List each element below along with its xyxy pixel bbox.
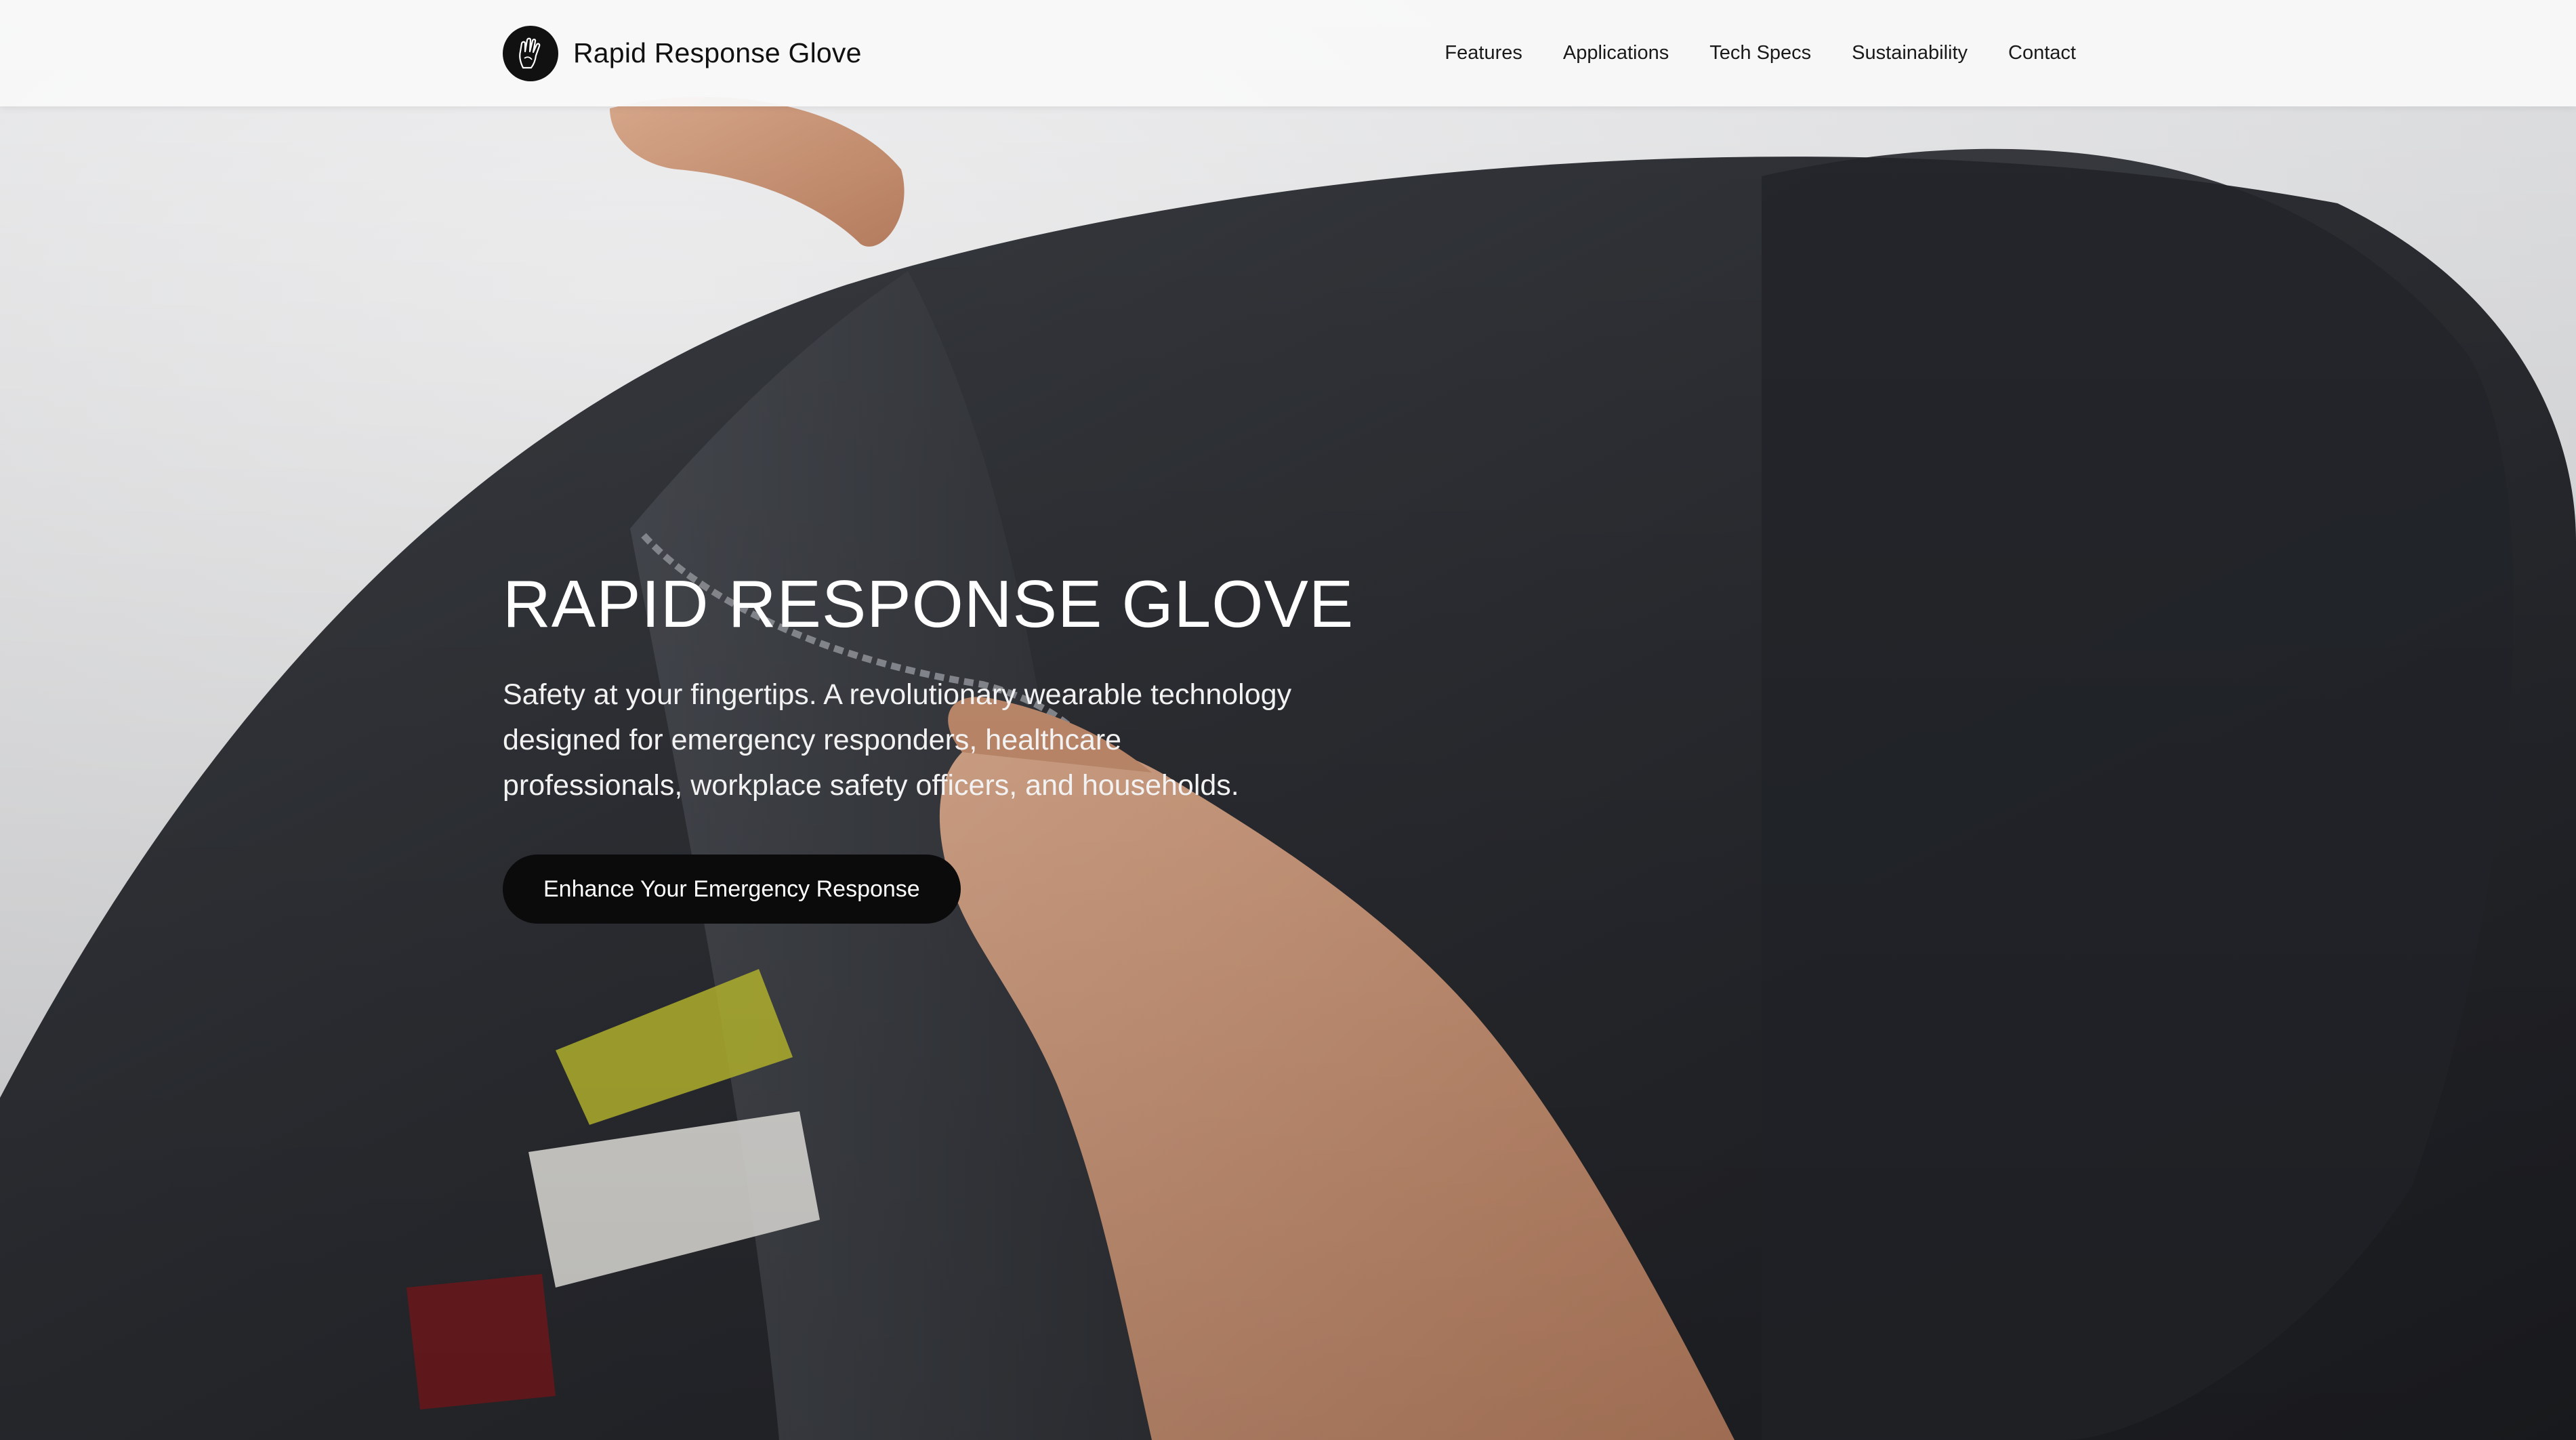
brand-name: Rapid Response Glove <box>573 37 862 68</box>
hero-section: RAPID RESPONSE GLOVE Safety at your fing… <box>503 567 1354 924</box>
hero-subtitle: Safety at your fingertips. A revolutiona… <box>503 678 1292 802</box>
nav-link-contact[interactable]: Contact <box>2008 42 2076 64</box>
nav-link-tech-specs[interactable]: Tech Specs <box>1709 42 1811 64</box>
nav-link-applications[interactable]: Applications <box>1563 42 1669 64</box>
hand-glove-icon <box>503 25 558 81</box>
brand-logo-link[interactable]: Rapid Response Glove <box>503 25 862 81</box>
main-nav: Features Applications Tech Specs Sustain… <box>1445 0 2076 106</box>
cta-button[interactable]: Enhance Your Emergency Response <box>503 854 961 924</box>
site-header: Rapid Response Glove Features Applicatio… <box>0 0 2576 106</box>
nav-link-features[interactable]: Features <box>1445 42 1522 64</box>
page: Rapid Response Glove Features Applicatio… <box>0 0 2576 1440</box>
hero-title: RAPID RESPONSE GLOVE <box>503 567 1354 641</box>
nav-link-sustainability[interactable]: Sustainability <box>1852 42 1968 64</box>
